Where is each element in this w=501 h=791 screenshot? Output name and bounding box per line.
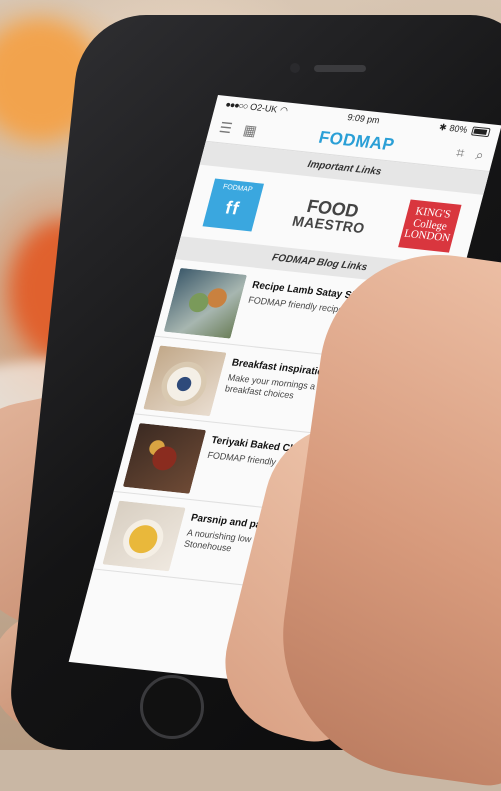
signal-icon: ●●●○○: [224, 99, 249, 112]
food-maestro-logo-link[interactable]: FOOD MAESTRO: [291, 196, 371, 236]
grid-icon[interactable]: ▦: [241, 121, 259, 139]
status-time: 9:09 pm: [346, 112, 381, 126]
earpiece-speaker: [314, 65, 366, 72]
kings-college-logo-link[interactable]: KING'S College LONDON: [398, 199, 462, 253]
fodmap-logo-link[interactable]: FODMAP ff: [202, 178, 265, 232]
fodmap-logo-text: FODMAP: [222, 183, 254, 194]
wifi-icon: ◠: [278, 104, 290, 116]
home-button[interactable]: [140, 675, 204, 739]
bluetooth-icon: ✱: [438, 121, 449, 133]
menu-icon[interactable]: ☰: [217, 118, 234, 136]
fodmap-logo-mark: ff: [223, 197, 243, 219]
blog-thumbnail: [143, 345, 227, 417]
battery-icon: [470, 125, 491, 137]
carrier-label: O2-UK: [249, 101, 279, 115]
battery-percent: 80%: [448, 122, 469, 135]
blog-thumbnail: [122, 423, 207, 494]
search-icon[interactable]: ⌕: [474, 146, 486, 164]
blog-thumbnail: [102, 500, 186, 572]
scan-icon[interactable]: ⌗: [454, 144, 467, 162]
app-title: FODMAP: [316, 127, 397, 155]
front-camera: [290, 63, 300, 73]
blog-thumbnail: [163, 267, 247, 339]
